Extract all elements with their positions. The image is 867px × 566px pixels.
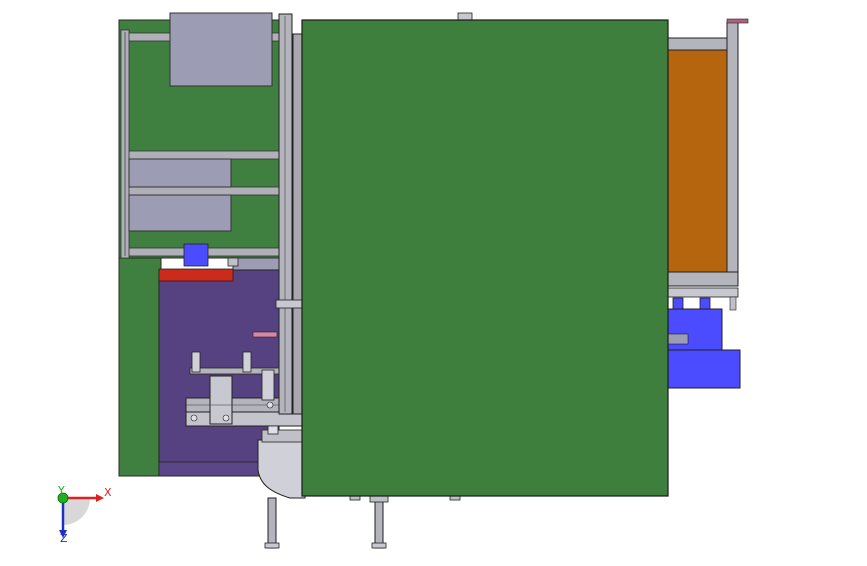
frame-rail-mid [125, 186, 280, 196]
coordinate-triad: X Y Z [57, 484, 112, 545]
x-axis-arrowhead [96, 494, 104, 502]
bin-base-plate [664, 287, 739, 298]
left-frame-lower-panel[interactable] [118, 257, 162, 477]
small-gray-fitting [227, 257, 239, 267]
cad-viewport[interactable]: X Y Z [0, 0, 867, 562]
cabinet-red-cap [158, 268, 234, 282]
control-box-top[interactable] [169, 12, 273, 87]
orange-bin[interactable] [664, 49, 728, 273]
discharge-hopper[interactable] [257, 425, 306, 499]
x-axis-label: X [104, 486, 112, 499]
hopper-body[interactable] [257, 439, 306, 499]
motor-coupler-1 [672, 297, 684, 311]
bin-support-lug [729, 296, 737, 311]
motor-terminal [667, 333, 689, 345]
cylinder-2 [242, 351, 252, 373]
front-cover-panel[interactable] [301, 19, 669, 497]
motor-coupler-2 [699, 297, 711, 311]
bin-frame-post[interactable] [726, 21, 739, 287]
column-foot-plate [275, 299, 304, 309]
motor-lower-body[interactable] [664, 349, 741, 389]
mid-panel-1[interactable] [128, 158, 232, 188]
cylinder-3 [261, 369, 275, 401]
bolt-3 [266, 401, 274, 409]
triad-background-arc [63, 498, 90, 525]
cylinder-1 [191, 351, 201, 373]
vertical-column[interactable] [275, 13, 304, 415]
drive-motor[interactable] [664, 297, 741, 389]
bolt-2 [222, 414, 230, 422]
small-blue-fitting [183, 243, 209, 267]
leg-left-foot [264, 542, 280, 549]
column-left-post[interactable] [278, 13, 293, 415]
support-legs[interactable] [264, 493, 461, 549]
y-axis-label: Y [57, 484, 65, 497]
right-bin-assembly[interactable] [664, 18, 749, 311]
hopper-nozzle [267, 425, 279, 435]
bin-frame-post-cap [726, 18, 749, 24]
bin-frame-top-rail [664, 37, 728, 51]
leg-right[interactable] [374, 497, 384, 549]
frame-rail-upper-mid [125, 150, 280, 160]
assembly-drawing[interactable]: X Y Z [0, 0, 867, 562]
mid-panel-2[interactable] [128, 194, 232, 232]
bin-frame-bottom-rail [664, 271, 739, 287]
pink-small-part [252, 331, 278, 338]
leg-left[interactable] [267, 497, 277, 549]
leg-right-foot [371, 542, 387, 549]
bolt-1 [190, 414, 198, 422]
z-axis-label: Z [60, 532, 68, 545]
